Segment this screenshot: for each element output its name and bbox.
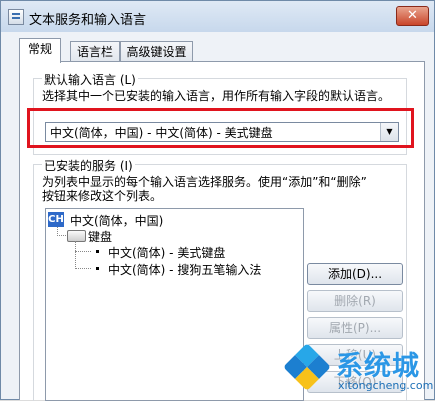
chevron-down-icon[interactable]: ▼ <box>380 123 398 141</box>
window-title: 文本服务和输入语言 <box>29 13 147 28</box>
installed-services-description-line2: 按钮来修改这个列表。 <box>42 189 163 203</box>
tree-connector <box>75 268 91 269</box>
keyboard-icon <box>67 230 86 242</box>
default-language-selected: 中文(简体，中国) - 中文(简体) - 美式键盘 <box>50 126 273 140</box>
tree-connector <box>75 251 91 252</box>
language-ch-icon: CH <box>48 212 64 227</box>
tree-item-service[interactable]: 中文(简体) - 美式键盘 <box>108 244 225 261</box>
close-button[interactable]: ✕ <box>396 6 429 26</box>
default-language-description: 选择其中一个已安装的输入语言，用作所有输入字段的默认语言。 <box>42 89 391 103</box>
properties-button[interactable]: 属性(P)... <box>307 317 403 339</box>
tab-advanced-key-settings[interactable]: 高级键设置 <box>120 41 193 62</box>
default-language-dropdown[interactable]: 中文(简体，中国) - 中文(简体) - 美式键盘 ▼ <box>45 122 399 142</box>
remove-button[interactable]: 删除(R) <box>307 290 403 312</box>
add-button[interactable]: 添加(D)... <box>307 263 403 285</box>
watermark-url: xitongcheng.com <box>338 379 434 392</box>
tree-item-service[interactable]: 中文(简体) - 搜狗五笔输入法 <box>108 261 261 278</box>
tree-connector <box>75 241 76 269</box>
dialog-window: 文本服务和输入语言 ✕ 常规 语言栏 高级键设置 默认输入语言 (L) 选择其中… <box>0 0 435 401</box>
title-bar[interactable]: 文本服务和输入语言 ✕ <box>1 1 434 32</box>
site-logo-icon <box>282 342 332 392</box>
installed-services-label: 已安装的服务 (I) <box>42 157 135 174</box>
bullet-icon <box>96 250 99 253</box>
keyboard-app-icon <box>8 9 24 25</box>
installed-services-tree[interactable]: CH 中文(简体，中国) 键盘 中文(简体) - 美式键盘 中文(简体) - 搜… <box>45 208 304 401</box>
tree-connector <box>57 235 66 236</box>
site-watermark: 系统城 xitongcheng.com <box>282 342 435 401</box>
default-language-label: 默认输入语言 (L) <box>42 71 138 88</box>
tree-item-keyboard[interactable]: 键盘 <box>88 228 112 245</box>
tree-item-language[interactable]: 中文(简体，中国) <box>70 212 163 229</box>
bullet-icon <box>96 267 99 270</box>
tab-general[interactable]: 常规 <box>19 38 61 63</box>
watermark-name: 系统城 <box>336 351 420 382</box>
tab-language-bar[interactable]: 语言栏 <box>70 41 120 62</box>
